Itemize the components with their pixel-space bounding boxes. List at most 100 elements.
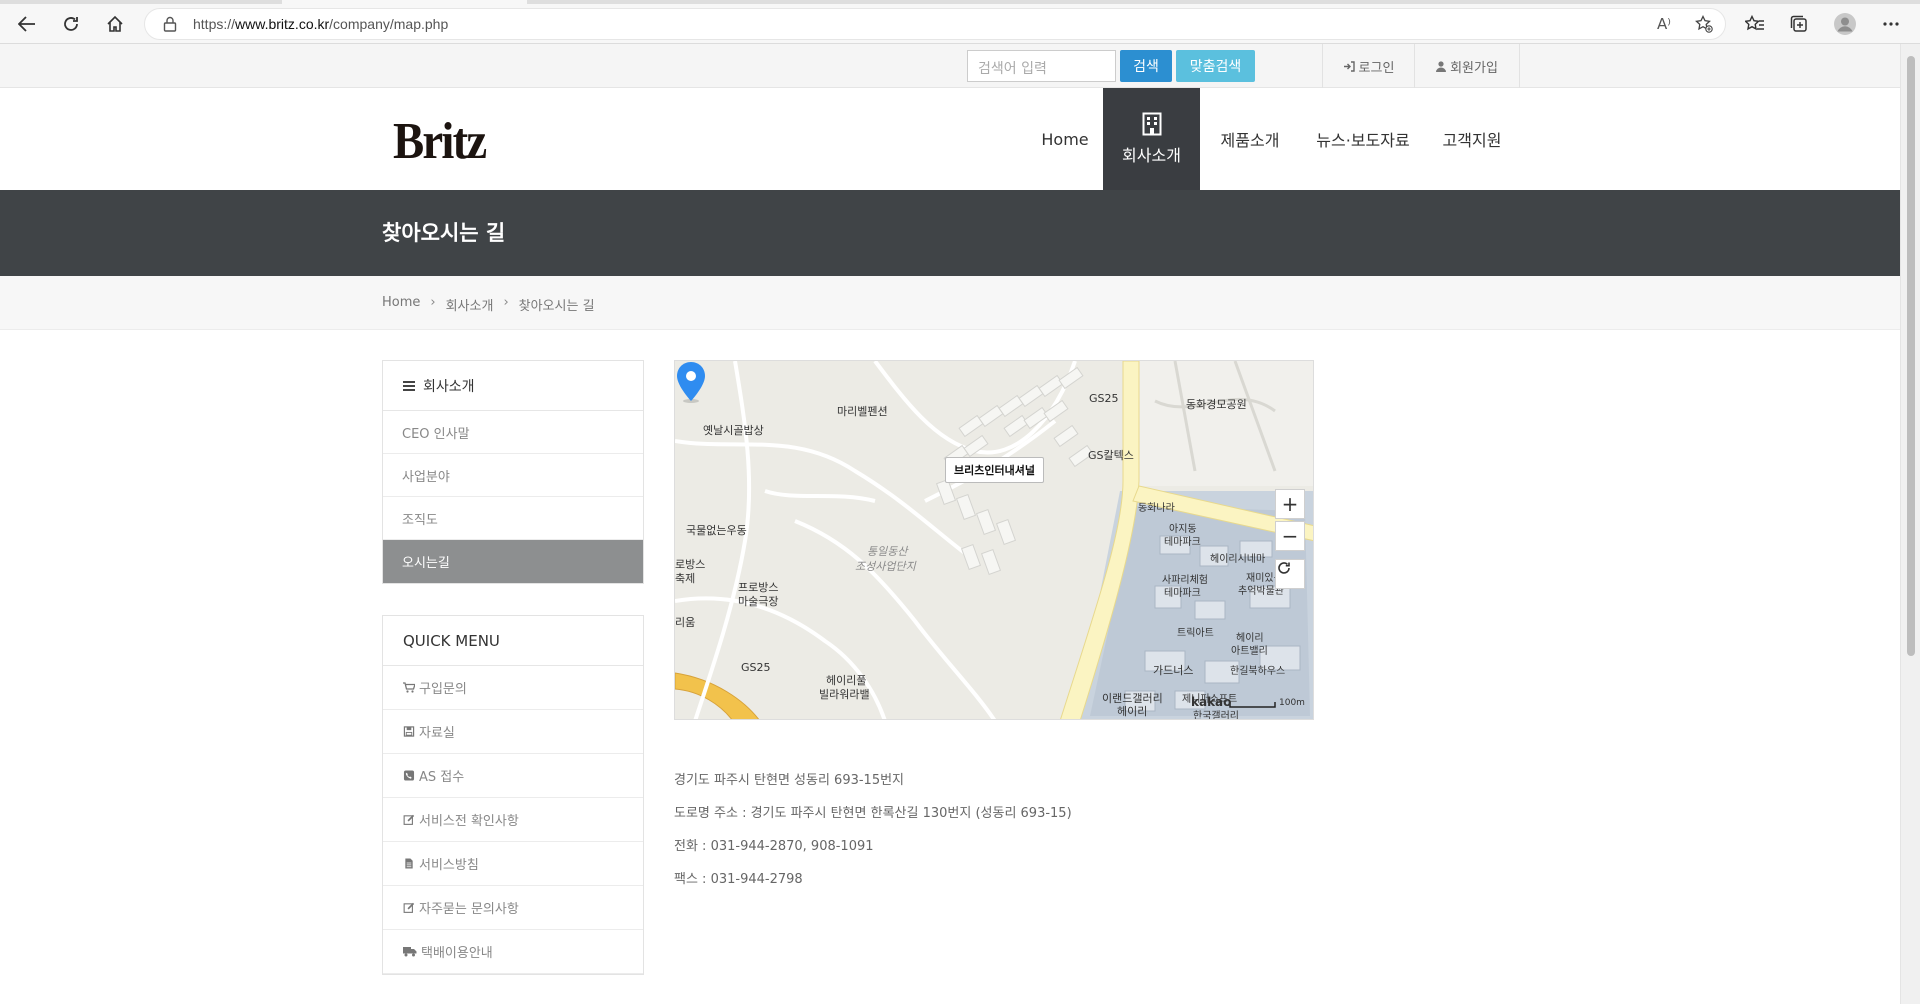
map-label: 테마파크 — [1164, 588, 1201, 599]
side-item-directions[interactable]: 오시는길 — [383, 540, 643, 583]
quick-item-faq[interactable]: 자주묻는 문의사항 — [383, 886, 643, 930]
building-icon — [1142, 112, 1161, 136]
quick-item-label: 택배이용안내 — [421, 946, 493, 961]
favorites-icon[interactable] — [1740, 10, 1770, 38]
quick-item-policy[interactable]: 서비스방침 — [383, 842, 643, 886]
nav-news[interactable]: 뉴스·보도자료 — [1308, 88, 1418, 190]
quick-item-label: 서비스전 확인사항 — [419, 814, 519, 829]
map-label: 가드너스 — [1153, 664, 1194, 677]
scrollbar-thumb[interactable] — [1907, 56, 1915, 656]
url-text: https://www.britz.co.kr/company/map.php — [193, 16, 449, 32]
map-label: 마술극장 — [738, 595, 779, 608]
map-label: 동화경모공원 — [1186, 398, 1247, 411]
search-input[interactable]: 검색어 입력 — [967, 50, 1116, 82]
britz-logo[interactable]: Britz — [393, 112, 487, 171]
active-tab[interactable] — [282, 0, 527, 4]
side-item-business[interactable]: 사업분야 — [383, 454, 643, 497]
reset-map-button[interactable] — [1275, 559, 1305, 589]
browser-toolbar: https://www.britz.co.kr/company/map.php … — [0, 0, 1920, 44]
page-title: 찾아오시는 길 — [382, 221, 506, 245]
side-item-ceo[interactable]: CEO 인사말 — [383, 411, 643, 454]
signup-label: 회원가입 — [1450, 60, 1498, 76]
quick-item-downloads[interactable]: 자료실 — [383, 710, 643, 754]
lock-icon — [163, 16, 177, 32]
side-item-organization[interactable]: 조직도 — [383, 497, 643, 540]
phone-number: 전화 : 031-944-2870, 908-1091 — [674, 839, 874, 854]
map-label: 축제 — [675, 572, 696, 585]
search-button[interactable]: 검색 — [1120, 50, 1172, 82]
sign-in-icon — [1343, 60, 1355, 72]
map-label: 통일동산 — [867, 545, 908, 558]
map-label: 트릭아트 — [1177, 628, 1214, 639]
fax-number: 팩스 : 031-944-2798 — [674, 872, 803, 887]
login-link[interactable]: 로그인 — [1322, 44, 1414, 88]
map-label: GS칼텍스 — [1088, 449, 1134, 462]
side-menu-header: 회사소개 — [383, 361, 643, 411]
nav-home[interactable]: Home — [1030, 88, 1100, 190]
map-pin-icon[interactable] — [675, 361, 707, 403]
edit-icon — [403, 814, 415, 825]
map-label: 헤이리시네마 — [1210, 554, 1266, 565]
quick-item-precheck[interactable]: 서비스전 확인사항 — [383, 798, 643, 842]
user-icon — [1436, 60, 1447, 72]
map-label: 마리벨펜션 — [837, 405, 888, 418]
site-header: Britz Home 회사소개 제품소개 뉴스·보도자료 고객지원 — [0, 88, 1900, 190]
address-jibun: 경기도 파주시 탄현면 성동리 693-15번지 — [674, 773, 905, 788]
company-side-menu: 회사소개 CEO 인사말 사업분야 조직도 오시는길 — [382, 360, 644, 584]
refresh-icon[interactable] — [56, 10, 86, 38]
nav-products[interactable]: 제품소개 — [1205, 88, 1295, 190]
quick-item-label: 구입문의 — [419, 682, 467, 697]
breadcrumb-home[interactable]: Home — [382, 295, 420, 314]
zoom-out-button[interactable]: − — [1275, 521, 1305, 551]
quick-menu-header: QUICK MENU — [383, 616, 643, 666]
quick-item-as[interactable]: AS 접수 — [383, 754, 643, 798]
map-label: 리움 — [675, 616, 696, 629]
breadcrumb-bar: Home › 회사소개 › 찾아오시는 길 — [0, 276, 1900, 330]
home-icon[interactable] — [100, 10, 130, 38]
map-label: GS25 — [1089, 392, 1119, 405]
menu-icon — [403, 380, 415, 391]
map-label: 동화나라 — [1138, 503, 1175, 514]
address-road: 도로명 주소 : 경기도 파주시 탄현면 한록산길 130번지 (성동리 693… — [674, 806, 1072, 821]
zoom-in-button[interactable]: + — [1275, 489, 1305, 519]
location-map[interactable]: 마리벨펜션 옛날시골밥상 GS25 동화경모공원 GS칼텍스 국물없는우동 통일… — [674, 360, 1314, 720]
truck-icon — [403, 947, 417, 957]
save-icon — [403, 726, 415, 737]
quick-menu: QUICK MENU 구입문의 자료실 AS 접수 서비스전 확인사항 서비스방… — [382, 615, 644, 975]
file-icon — [405, 858, 413, 869]
breadcrumb-company[interactable]: 회사소개 — [446, 295, 494, 314]
quick-item-label: 서비스방침 — [419, 858, 479, 873]
phone-icon — [403, 770, 415, 781]
map-label: 옛날시골밥상 — [703, 424, 764, 437]
map-label: 국물없는우동 — [686, 524, 747, 537]
map-label: 아트밸리 — [1231, 646, 1268, 657]
side-menu-title: 회사소개 — [423, 378, 475, 395]
nav-company[interactable]: 회사소개 — [1103, 88, 1200, 190]
quick-item-label: AS 접수 — [419, 770, 465, 785]
map-base — [675, 361, 1313, 719]
marker-info-window: 브리츠인터내셔널 — [945, 457, 1044, 483]
profile-avatar[interactable] — [1830, 10, 1860, 38]
map-scale-label: 100m — [1279, 698, 1305, 708]
custom-search-button[interactable]: 맞춤검색 — [1176, 50, 1255, 82]
kakao-logo[interactable]: kakao — [1191, 695, 1231, 709]
back-icon[interactable] — [12, 10, 42, 38]
signup-link[interactable]: 회원가입 — [1414, 44, 1520, 88]
map-label: 헤이리 — [1117, 705, 1148, 718]
read-aloud-icon[interactable]: A⁾ — [1657, 15, 1671, 33]
login-label: 로그인 — [1358, 60, 1395, 76]
breadcrumb: Home › 회사소개 › 찾아오시는 길 — [382, 295, 595, 314]
map-label: 빌라워라밸 — [819, 688, 870, 701]
address-bar[interactable]: https://www.britz.co.kr/company/map.php … — [144, 8, 1726, 40]
quick-item-delivery[interactable]: 택배이용안내 — [383, 930, 643, 974]
add-favorite-icon[interactable] — [1695, 14, 1713, 37]
tab-strip — [0, 0, 1920, 4]
page-scrollbar[interactable] — [1900, 44, 1920, 1004]
breadcrumb-current: 찾아오시는 길 — [518, 299, 595, 314]
collections-icon[interactable] — [1784, 10, 1814, 38]
nav-support[interactable]: 고객지원 — [1432, 88, 1512, 190]
more-options-icon[interactable] — [1876, 10, 1906, 38]
map-label: 테마파크 — [1164, 537, 1201, 548]
quick-item-purchase[interactable]: 구입문의 — [383, 666, 643, 710]
chevron-right-icon: › — [503, 295, 509, 310]
